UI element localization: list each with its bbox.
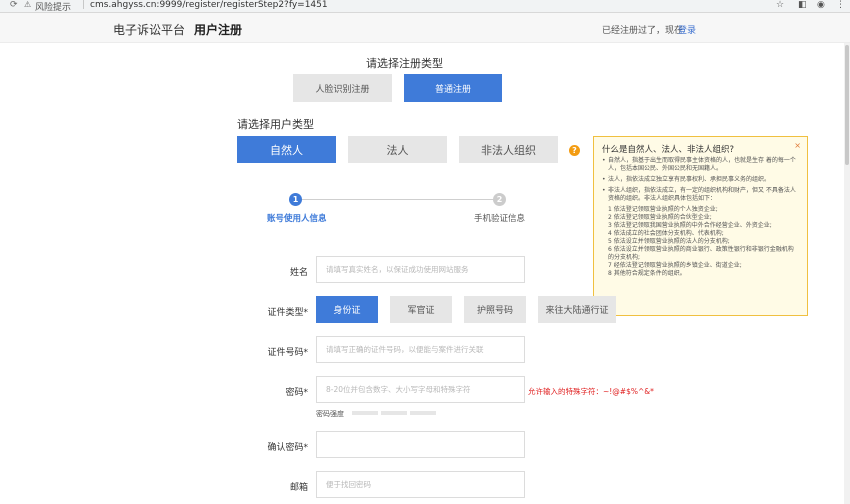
more-menu-icon[interactable]: ⋮ (836, 0, 845, 10)
password-label: 密码* (285, 388, 308, 398)
help-question-icon[interactable]: ? (569, 145, 580, 156)
reload-icon[interactable]: ⟳ (10, 0, 18, 10)
id-type-mainland-permit-button[interactable]: 来往大陆通行证 (538, 296, 616, 323)
confirm-password-label: 确认密码* (267, 443, 308, 453)
password-strength-bar-weak (352, 411, 378, 415)
page-title: 用户注册 (194, 23, 243, 37)
user-type-title: 请选择用户类型 (237, 118, 314, 131)
password-input[interactable] (316, 376, 525, 403)
id-number-label: 证件号码* (267, 348, 308, 358)
confirm-password-input[interactable] (316, 431, 525, 458)
user-type-tooltip: 什么是自然人、法人、非法人组织? × 自然人，指基于出生而取得民事主体资格的人，… (593, 136, 808, 316)
name-label: 姓名 (289, 268, 308, 278)
password-special-chars-hint: 允许输入的特殊字符：~!@#$%^&* (528, 387, 654, 396)
id-type-officer-button[interactable]: 军官证 (390, 296, 452, 323)
tooltip-subitem: 8 其他符合规定条件的组织。 (608, 270, 686, 277)
scrollbar-thumb[interactable] (845, 45, 849, 165)
profile-icon[interactable]: ◉ (817, 0, 825, 10)
security-warning[interactable]: 风险提示 (35, 0, 71, 13)
step-1-indicator: 1 (289, 193, 302, 206)
registration-type-title: 请选择注册类型 (366, 57, 443, 70)
url-field[interactable]: cms.ahgyss.cn:9999/register/registerStep… (90, 0, 328, 10)
step-1-label: 账号使用人信息 (267, 214, 327, 224)
natural-person-button[interactable]: 自然人 (237, 136, 336, 163)
tooltip-subitem: 7 经依法登记领取营业执照的乡镇企业、街道企业; (608, 262, 742, 269)
page-scrollbar[interactable] (844, 43, 850, 504)
password-strength-bar-medium (381, 411, 407, 415)
browser-address-bar: ⟳ ⚠ 风险提示 | cms.ahgyss.cn:9999/register/r… (0, 0, 850, 13)
address-separator: | (82, 0, 86, 10)
login-link[interactable]: 登录 (678, 23, 696, 36)
id-type-passport-button[interactable]: 护照号码 (464, 296, 526, 323)
id-number-input[interactable] (316, 336, 525, 363)
legal-person-button[interactable]: 法人 (348, 136, 447, 163)
normal-register-button[interactable]: 普通注册 (404, 74, 502, 102)
bookmark-star-icon[interactable]: ☆ (776, 0, 784, 10)
email-input[interactable] (316, 471, 525, 498)
step-progress-line (296, 199, 500, 200)
platform-brand: 电子诉讼平台 (113, 23, 186, 37)
step-2-label: 手机验证信息 (474, 214, 526, 224)
tooltip-title: 什么是自然人、法人、非法人组织? (602, 145, 735, 155)
tooltip-item: 自然人，指基于出生而取得民事主体资格的人，也就是生存 着的每一个人，包括本国公民… (602, 157, 799, 173)
unincorporated-org-button[interactable]: 非法人组织 (459, 136, 558, 163)
name-input[interactable] (316, 256, 525, 283)
warning-icon: ⚠ (24, 0, 32, 9)
tooltip-subitem: 3 依法登记领取我国营业执照的中外合作经营企业、外资企业; (608, 222, 772, 229)
tooltip-item: 非法人组织，指依法成立，有一定的组织机构和财产，但又 不具备法人资格的组织。非法… (602, 187, 799, 203)
face-recognition-register-button[interactable]: 人脸识别注册 (293, 74, 392, 102)
password-strength-label: 密码强度 (316, 410, 344, 418)
tooltip-subitem: 5 依法设立并领取营业执照的法人的分支机构; (608, 238, 730, 245)
tooltip-subitem: 6 依法设立并领取营业执照的商业银行、政策性银行和非银行金融机构的分支机构; (608, 246, 794, 261)
email-label: 邮箱 (289, 483, 308, 493)
side-panel-icon[interactable]: ◧ (798, 0, 807, 10)
already-registered-text: 已经注册过了，现在 (602, 26, 684, 36)
step-2-indicator: 2 (493, 193, 506, 206)
close-icon[interactable]: × (794, 141, 801, 150)
tooltip-subitem: 2 依法登记领取营业执照的合伙型企业; (608, 214, 712, 221)
password-strength-bar-strong (410, 411, 436, 415)
id-type-idcard-button[interactable]: 身份证 (316, 296, 378, 323)
tooltip-subitem: 1 依法登记领取营业执照的个人独资企业; (608, 206, 718, 213)
id-type-label: 证件类型* (267, 308, 308, 318)
site-header: 电子诉讼平台 用户注册 已经注册过了，现在 登录 (0, 13, 850, 43)
tooltip-subitem: 4 依法成立的社会团体分支机构、代表机构; (608, 230, 724, 237)
tooltip-item: 法人，指依法成立独立享有民事权利、承担民事义务的组织。 (602, 176, 799, 184)
